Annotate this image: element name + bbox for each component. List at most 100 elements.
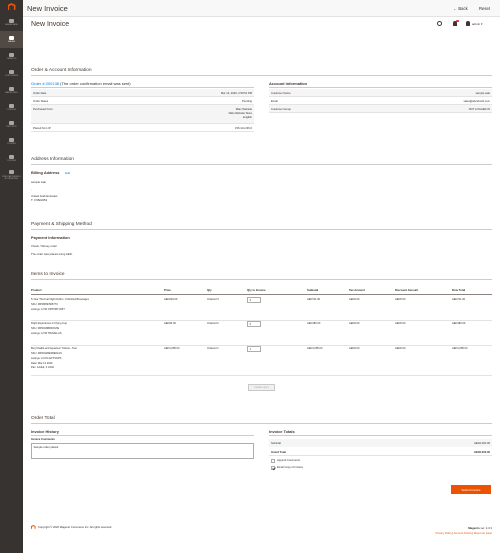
layout-icon — [9, 103, 14, 108]
sidebar-item-label: DASHBOARD — [4, 24, 19, 27]
col-qty: Qty — [207, 288, 212, 292]
invoice-history-title: Invoice History — [31, 429, 59, 434]
submit-invoice-button[interactable]: Submit Invoice — [451, 485, 491, 494]
product-sku: SKU: MP2911BEF8E6A1S — [31, 352, 62, 355]
placed-ip-value: 156.114.236.0 — [235, 126, 252, 130]
report-issue-link[interactable]: Report an Issue — [474, 532, 492, 535]
email-link[interactable]: sales@abcdmobi.com — [464, 100, 490, 103]
product-name: Burj Khalifa and Aquarium Tickets - Test — [31, 347, 77, 350]
order-heading: Order # 000138 (The order confirmation e… — [31, 81, 131, 86]
version-info: Magento ver. 2.3.3 — [468, 526, 492, 530]
item-tax: AED0.00 — [349, 347, 360, 350]
magento-logo[interactable] — [0, 0, 23, 14]
notification-badge: 1 — [455, 19, 459, 23]
qty-to-invoice-input[interactable]: 2 — [247, 321, 261, 327]
cube-icon — [9, 170, 14, 175]
version-number: ver. 2.3.3 — [480, 526, 492, 530]
search-icon[interactable] — [437, 21, 442, 26]
account-activity-link[interactable]: Account Activity — [454, 532, 472, 535]
billing-address-title: Billing Address — [31, 170, 60, 175]
sidebar-item-content[interactable]: CONTENT — [0, 99, 23, 116]
order-total-title: Order Total — [31, 416, 55, 421]
subtotal-value: AED2,000.00 — [474, 441, 490, 445]
grand-total-label: Grand Total — [271, 450, 286, 454]
email-copy-checkbox[interactable] — [271, 466, 275, 470]
invoice-totals-title: Invoice Totals — [269, 429, 295, 434]
reset-button[interactable]: Reset — [479, 6, 490, 11]
item-discount: AED0.00 — [395, 322, 406, 325]
order-status-row: Order Status Pending — [31, 97, 254, 105]
product-option: Date: Mar 13 2020 — [31, 361, 53, 365]
item-discount: AED0.00 — [395, 347, 406, 350]
customer-group-row: Customer Group NOT LOGGED IN — [269, 105, 492, 113]
product-option: Pax: 1Adult, 0 Child — [31, 366, 54, 369]
item-row-total: AED1,085.00 — [452, 347, 468, 350]
sidebar-nav: DASHBOARD SALES CATALOG CUSTOMERS MARKETING C… — [0, 14, 23, 184]
page-title: New Invoice — [31, 21, 70, 28]
order-account-title: Order & Account Information — [31, 68, 92, 73]
section-divider — [31, 75, 492, 76]
order-info-divider — [31, 87, 254, 88]
invoice-comments-textarea[interactable]: Sample order placed — [31, 443, 254, 459]
customer-group-label: Customer Group — [271, 107, 291, 111]
magento-logo-icon — [7, 3, 16, 11]
bar-chart-icon — [9, 120, 14, 125]
person-icon — [9, 69, 14, 74]
address-line: sample sale — [31, 180, 46, 184]
store-icon — [9, 137, 14, 142]
item-subtotal: AED1,085.00 — [307, 347, 323, 350]
dashboard-icon — [9, 18, 14, 23]
payment-shipping-title: Payment & Shipping Method — [31, 222, 92, 227]
item-price: AED229.00 — [164, 298, 178, 301]
item-row-total: AED180.00 — [452, 322, 466, 325]
privacy-policy-link[interactable]: Privacy Policy — [436, 532, 452, 535]
payment-info-title: Payment Information — [31, 235, 70, 240]
customer-name-label: Customer Name — [271, 91, 291, 95]
sidebar-item-stores[interactable]: STORES — [0, 133, 23, 150]
section-divider — [31, 279, 492, 280]
payment-currency-note: The order was placed using AED. — [31, 252, 73, 256]
page-header: New Invoice 1 admin ▾ — [23, 17, 500, 39]
row-divider — [31, 345, 492, 346]
back-button[interactable]: ← Back — [453, 6, 468, 11]
page-footer: Copyright © 2020 Magento Commerce Inc. A… — [23, 518, 500, 553]
sidebar-item-label: SYSTEM — [7, 160, 16, 163]
dollar-icon — [9, 35, 14, 40]
sidebar-item-sales[interactable]: SALES — [0, 31, 23, 48]
sidebar-item-reports[interactable]: REPORTS — [0, 116, 23, 133]
order-link[interactable]: Order # 000138 — [31, 81, 59, 86]
user-icon[interactable] — [466, 21, 470, 26]
sidebar-item-catalog[interactable]: CATALOG — [0, 48, 23, 65]
col-subtotal: Subtotal — [307, 288, 319, 292]
edit-address-link[interactable]: Edit — [65, 171, 70, 175]
brand-name: Magento — [468, 526, 480, 530]
item-price: AED90.00 — [164, 322, 176, 325]
sidebar-item-customers[interactable]: CUSTOMERS — [0, 65, 23, 82]
item-subtotal: AED180.00 — [307, 322, 321, 325]
purchased-from-view: English — [243, 115, 252, 119]
customer-name-value: sample sale — [475, 91, 490, 95]
order-date-label: Order Date — [33, 91, 47, 95]
sidebar-item-dashboard[interactable]: DASHBOARD — [0, 14, 23, 31]
gear-icon — [9, 154, 14, 159]
address-section-title: Address Information — [31, 157, 74, 162]
username-menu[interactable]: admin ▾ — [472, 22, 483, 26]
append-comments-label: Append Comments — [277, 459, 301, 463]
qty-to-invoice-input[interactable]: 1 — [247, 346, 261, 352]
subtotal-label: Subtotal — [271, 441, 281, 445]
footer-links: Privacy Policy|Account Activity|Report a… — [436, 532, 492, 535]
order-date-value: Mar 13, 2020, 2:59:51 PM — [220, 91, 252, 95]
history-divider — [31, 435, 254, 436]
sidebar-item-label: FIND PARTNERS & EXTENSIONS — [2, 175, 21, 181]
table-header-rule — [31, 294, 492, 295]
sidebar-item-marketing[interactable]: MARKETING — [0, 82, 23, 99]
window-title: New Invoice — [27, 4, 68, 13]
qty-to-invoice-input[interactable]: 3 — [247, 297, 261, 303]
copyright-text: Copyright © 2020 Magento Commerce Inc. A… — [38, 526, 112, 529]
sidebar-item-find[interactable]: FIND PARTNERS & EXTENSIONS — [0, 167, 23, 184]
product-option: Listings: LOW TRAVELLIS — [31, 332, 62, 335]
magento-footer-logo-icon — [31, 525, 36, 530]
update-qty-button[interactable]: Update Qty's — [248, 384, 275, 391]
append-comments-checkbox[interactable] — [271, 459, 275, 463]
sidebar-item-system[interactable]: SYSTEM — [0, 150, 23, 167]
